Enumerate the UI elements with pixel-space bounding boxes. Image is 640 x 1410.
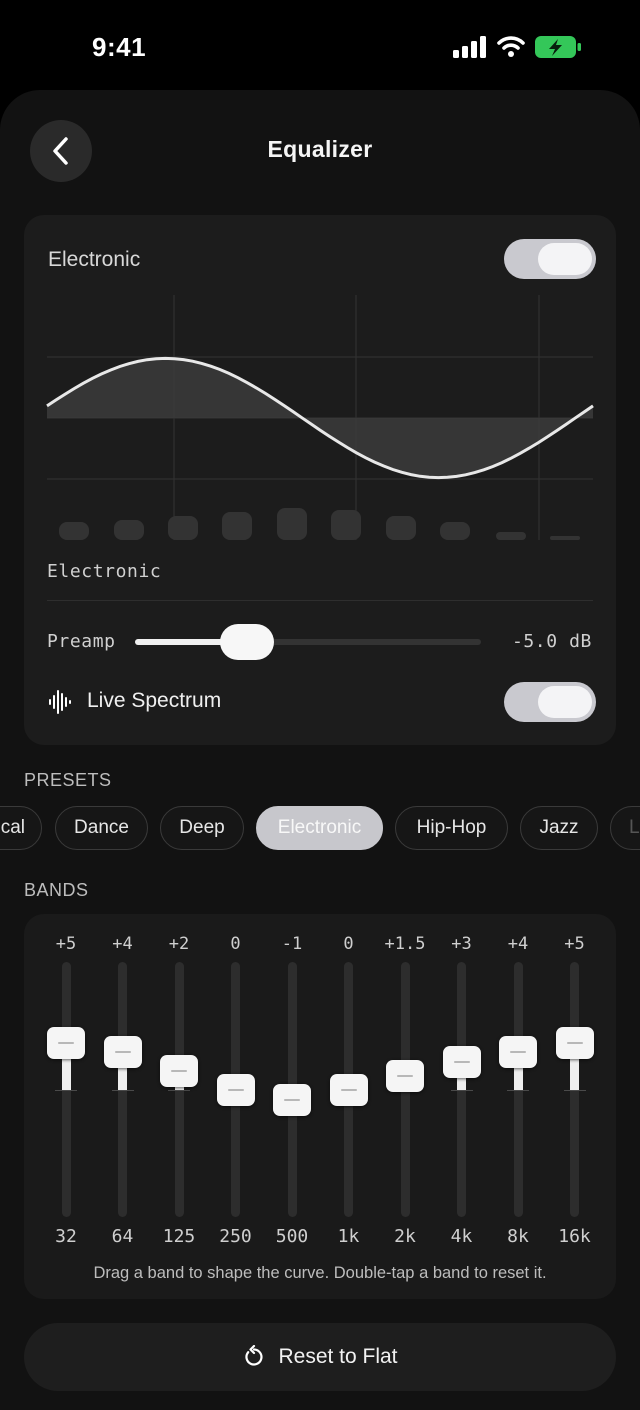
preset-chip-latin[interactable]: Latin (610, 806, 640, 850)
spectrum-bar (114, 520, 144, 540)
band-slider-thumb[interactable] (273, 1083, 311, 1116)
reset-to-flat-button[interactable]: Reset to Flat (24, 1323, 616, 1391)
band-frequency-label: 1k (337, 1226, 360, 1247)
band-frequency-label: 250 (219, 1226, 252, 1247)
band-slider-thumb[interactable] (103, 1036, 142, 1068)
band-zero-marker (450, 1090, 473, 1091)
spectrum-bar (59, 522, 89, 540)
band-frequency-label: 32 (55, 1226, 77, 1247)
band-slider-thumb[interactable] (386, 1059, 424, 1092)
divider (47, 600, 593, 601)
spectrum-bar (277, 508, 307, 540)
reset-icon (245, 1345, 264, 1366)
band-gain-label: +5 (55, 934, 77, 954)
eq-curve-graph (46, 295, 594, 540)
band-gain-label: +2 (168, 934, 190, 954)
battery-charging-icon (535, 36, 581, 58)
page-title: Equalizer (267, 136, 373, 162)
preamp-slider-track[interactable] (135, 639, 481, 645)
band-zero-marker (55, 1090, 77, 1091)
band-frequency-label: 125 (162, 1226, 196, 1247)
preamp-label: Preamp (47, 631, 116, 652)
spectrum-bar (386, 516, 416, 540)
band-gain-label: -1 (281, 934, 303, 954)
waveform-icon (49, 690, 71, 714)
eq-preview-card: Electronic Electronic Preamp -5.0 dB Liv… (24, 215, 616, 745)
band-zero-marker (168, 1090, 190, 1091)
band-zero-marker (563, 1090, 586, 1091)
spectrum-bar (496, 532, 526, 540)
band-gain-label: +4 (112, 934, 133, 954)
preset-chip-classical[interactable]: Classical (0, 806, 42, 850)
band-frequency-label: 4k (450, 1226, 473, 1247)
band-gain-label: +1.5 (384, 934, 426, 954)
preset-chip-electronic[interactable]: Electronic (256, 806, 383, 850)
spectrum-bar (168, 516, 198, 540)
preamp-slider-thumb[interactable] (220, 624, 274, 660)
status-time: 9:41 (92, 32, 147, 62)
status-bar: 9:41 (0, 0, 640, 92)
presets-section-label: PRESETS (24, 770, 112, 790)
band-frequency-label: 500 (275, 1226, 309, 1247)
preset-chip-deep[interactable]: Deep (160, 806, 244, 850)
live-spectrum-toggle[interactable] (504, 682, 596, 722)
live-spectrum-label: Live Spectrum (87, 689, 222, 712)
band-gain-label: 0 (230, 934, 241, 954)
band-slider-thumb[interactable] (216, 1074, 255, 1106)
band-gain-label: +5 (564, 934, 585, 954)
preamp-slider-fill (135, 639, 232, 645)
band-frequency-label: 64 (111, 1226, 134, 1247)
spectrum-bar (331, 510, 361, 540)
band-gain-label: +4 (507, 934, 529, 954)
spectrum-bar (550, 536, 580, 540)
spectrum-bar (222, 512, 252, 540)
band-gain-label: 0 (343, 934, 354, 954)
preset-chip-hip-hop[interactable]: Hip-Hop (395, 806, 508, 850)
band-frequency-label: 16k (558, 1226, 591, 1247)
reset-label: Reset to Flat (278, 1345, 398, 1368)
preset-chip-dance[interactable]: Dance (55, 806, 148, 850)
band-slider-thumb[interactable] (499, 1036, 537, 1068)
band-slider-thumb[interactable] (329, 1074, 368, 1106)
preset-chip-jazz[interactable]: Jazz (520, 806, 598, 850)
band-slider-thumb[interactable] (555, 1026, 594, 1059)
bands-card: Drag a band to shape the curve. Double-t… (24, 914, 616, 1299)
live-spectrum-bars (59, 508, 580, 540)
band-frequency-label: 2k (394, 1226, 416, 1247)
toggle-knob (538, 686, 592, 718)
band-frequency-label: 8k (507, 1226, 529, 1247)
curve-name: Electronic (47, 561, 162, 582)
preamp-value: -5.0 dB (511, 631, 592, 652)
band-slider-thumb[interactable] (442, 1045, 481, 1078)
band-slider-thumb[interactable] (160, 1055, 198, 1087)
bands-section-label: BANDS (24, 880, 89, 900)
spectrum-bar (440, 522, 470, 540)
preset-chip-row: Classical Dance Deep Electronic Hip-Hop … (0, 806, 640, 854)
band-gain-label: +3 (451, 934, 472, 954)
bands-hint: Drag a band to shape the curve. Double-t… (93, 1264, 547, 1282)
band-zero-marker (507, 1090, 529, 1091)
band-zero-marker (111, 1090, 134, 1091)
wifi-icon (497, 36, 525, 57)
band-slider-thumb[interactable] (47, 1026, 85, 1059)
cellular-signal-icon (453, 36, 486, 58)
